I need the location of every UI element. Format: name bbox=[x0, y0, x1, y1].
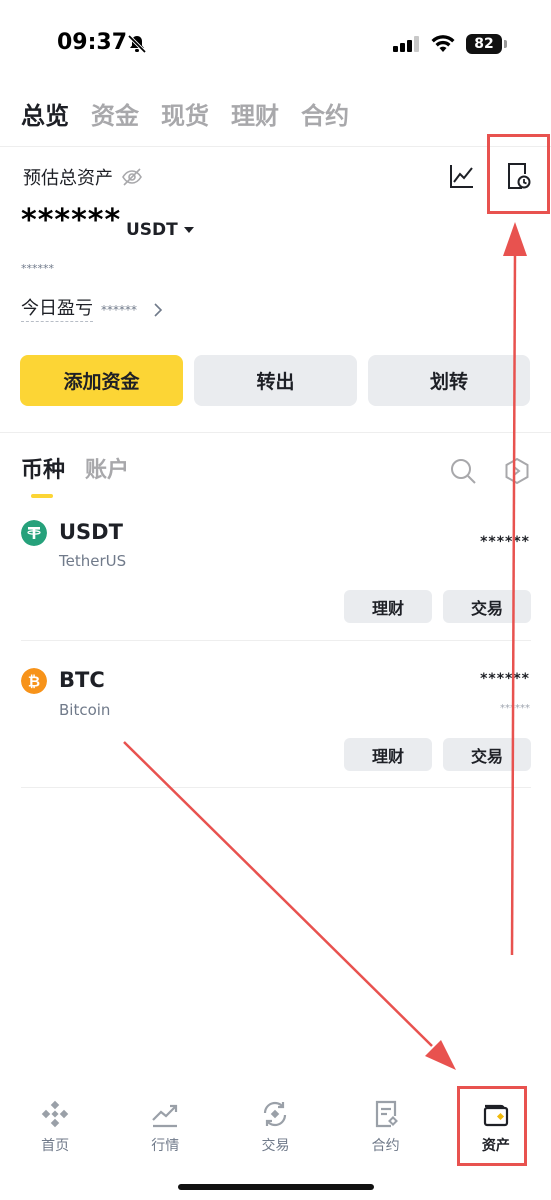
currency-unit-select[interactable]: USDT bbox=[126, 220, 194, 240]
estimated-balance-label: 预估总资产 bbox=[23, 168, 113, 189]
add-funds-button[interactable]: 添加资金 bbox=[20, 355, 183, 406]
divider bbox=[21, 640, 531, 641]
battery-indicator: 82 bbox=[466, 34, 507, 54]
tab-overview[interactable]: 总览 bbox=[21, 96, 69, 136]
today-pnl-row[interactable]: 今日盈亏 ****** bbox=[21, 297, 165, 322]
cellular-signal-icon bbox=[393, 36, 419, 52]
transfer-button[interactable]: 划转 bbox=[368, 355, 530, 406]
nav-label: 合约 bbox=[371, 1138, 400, 1154]
highlight-box-history bbox=[487, 134, 550, 214]
trade-button[interactable]: 交易 bbox=[443, 738, 531, 771]
trade-button[interactable]: 交易 bbox=[443, 590, 531, 623]
status-time: 09:37 bbox=[57, 30, 128, 55]
bell-muted-icon bbox=[127, 34, 147, 54]
estimated-balance-label-row: 预估总资产 bbox=[23, 164, 143, 190]
home-icon bbox=[41, 1100, 69, 1128]
search-icon[interactable] bbox=[449, 457, 477, 485]
chevron-right-icon bbox=[154, 302, 163, 317]
nav-label: 交易 bbox=[261, 1138, 290, 1154]
home-indicator bbox=[178, 1184, 374, 1190]
divider bbox=[21, 787, 531, 788]
tab-funding[interactable]: 资金 bbox=[91, 96, 139, 136]
coin-name: Bitcoin bbox=[59, 701, 111, 719]
section-divider bbox=[0, 432, 551, 433]
hide-small-balances-icon[interactable] bbox=[503, 457, 531, 485]
coin-name: TetherUS bbox=[59, 552, 127, 570]
coin-fiat-value: ****** bbox=[500, 703, 530, 714]
futures-icon bbox=[375, 1100, 398, 1128]
coin-amount: ****** bbox=[480, 671, 530, 687]
active-tab-indicator bbox=[31, 494, 53, 498]
asset-chart-button[interactable] bbox=[446, 160, 478, 192]
eye-off-icon[interactable] bbox=[121, 166, 143, 188]
coin-row-usdt[interactable]: USDT TetherUS ****** 理财 交易 bbox=[0, 518, 551, 640]
highlight-box-assets bbox=[457, 1086, 527, 1166]
earn-button[interactable]: 理财 bbox=[344, 590, 432, 623]
tab-futures[interactable]: 合约 bbox=[301, 96, 349, 136]
nav-markets[interactable]: 行情 bbox=[110, 1083, 220, 1173]
line-chart-icon bbox=[450, 165, 473, 188]
fiat-equivalent-masked: ****** bbox=[21, 262, 54, 275]
svg-text:₿: ₿ bbox=[28, 673, 40, 691]
today-pnl-label: 今日盈亏 bbox=[21, 297, 93, 322]
nav-label: 首页 bbox=[41, 1138, 70, 1154]
nav-trade[interactable]: 交易 bbox=[220, 1083, 330, 1173]
usdt-coin-icon bbox=[21, 520, 47, 546]
earn-button[interactable]: 理财 bbox=[344, 738, 432, 771]
status-bar: 09:37 82 bbox=[0, 0, 551, 90]
top-tabs: 总览 资金 现货 理财 合约 bbox=[21, 96, 349, 136]
total-balance-masked: ****** bbox=[21, 203, 122, 238]
caret-down-icon bbox=[183, 227, 194, 233]
wifi-icon bbox=[431, 35, 455, 52]
btc-coin-icon: ₿ bbox=[21, 668, 47, 694]
coin-row-btc[interactable]: ₿ BTC Bitcoin ****** ****** 理财 交易 bbox=[0, 667, 551, 789]
divider bbox=[0, 146, 551, 147]
trade-icon bbox=[264, 1101, 287, 1127]
today-pnl-value: ****** bbox=[101, 302, 137, 317]
markets-icon bbox=[152, 1104, 178, 1128]
nav-futures[interactable]: 合约 bbox=[331, 1083, 441, 1173]
coin-amount: ****** bbox=[480, 534, 530, 550]
withdraw-button[interactable]: 转出 bbox=[194, 355, 357, 406]
tab-accounts[interactable]: 账户 bbox=[85, 455, 129, 487]
tab-spot[interactable]: 现货 bbox=[161, 96, 209, 136]
coin-symbol: BTC bbox=[59, 668, 105, 692]
tab-coins[interactable]: 币种 bbox=[21, 455, 65, 487]
currency-unit-label: USDT bbox=[126, 220, 178, 240]
nav-home[interactable]: 首页 bbox=[0, 1083, 110, 1173]
coin-symbol: USDT bbox=[59, 520, 123, 544]
nav-label: 行情 bbox=[151, 1138, 180, 1154]
tab-earn[interactable]: 理财 bbox=[231, 96, 279, 136]
asset-tabs: 币种 账户 bbox=[21, 455, 129, 487]
